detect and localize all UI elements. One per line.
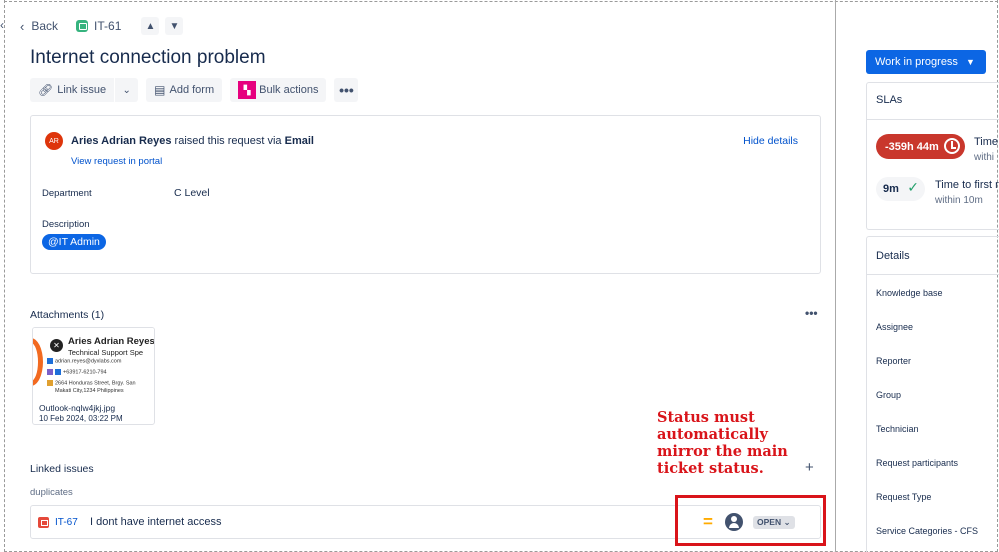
issue-title[interactable]: Internet connection problem — [30, 47, 266, 69]
sla-breached-badge: -359h 44m — [876, 134, 965, 159]
sla-breached-time: -359h 44m — [885, 140, 939, 153]
thumbnail-logo-icon: ✕ — [50, 339, 63, 352]
thumbnail-phone-line: +63917-6210-794 — [47, 369, 107, 375]
thumbnail-address-line: 2664 Honduras Street, Brgy. San — [47, 380, 136, 386]
next-issue-button[interactable]: ▼ — [165, 17, 184, 35]
thumbnail-role: Technical Support Spe — [68, 348, 144, 357]
issue-type-icon — [38, 517, 49, 528]
attachment-card[interactable]: ✕ Aries Adrian Reyes Technical Support S… — [32, 327, 155, 425]
annotation-highlight-box — [675, 495, 826, 546]
link-issue-label: Link issue — [57, 84, 107, 96]
resize-handle-icon[interactable]: ‹ — [0, 18, 10, 38]
department-label: Department — [42, 188, 92, 199]
chevron-up-icon: ▲ — [145, 20, 156, 32]
attachments-more-button[interactable]: ••• — [805, 306, 818, 320]
description-label: Description — [42, 219, 90, 230]
chevron-down-icon: ⌄ — [122, 84, 131, 96]
details-panel: Details Knowledge base Assignee Reporter… — [866, 236, 999, 552]
thumbnail-name: Aries Adrian Reyes — [68, 336, 155, 347]
thumbnail-logo-arc — [33, 338, 43, 386]
bulk-actions-label: Bulk actions — [259, 84, 319, 96]
divider — [867, 274, 999, 275]
link-icon: 🔗︎ — [38, 83, 54, 97]
service-request-icon — [76, 20, 89, 32]
attachments-heading: Attachments (1) — [30, 309, 105, 321]
viber-icon — [47, 369, 53, 375]
field-assignee: Assignee — [876, 322, 914, 332]
field-technician: Technician — [876, 424, 919, 434]
location-icon — [47, 380, 53, 386]
linked-issue-key[interactable]: IT-67 — [55, 517, 78, 528]
status-transition-button[interactable]: Work in progress ▼ — [866, 50, 986, 74]
issue-key-link[interactable]: IT-61 — [94, 19, 121, 33]
add-form-button[interactable]: ▤ Add form — [146, 78, 223, 102]
sla-heading: SLAs — [876, 94, 903, 106]
divider — [867, 119, 999, 120]
add-linked-issue-button[interactable]: + — [805, 459, 814, 476]
add-form-label: Add form — [169, 84, 215, 96]
field-reporter: Reporter — [876, 356, 912, 366]
bulk-actions-app-icon: ▚ — [238, 81, 257, 99]
sla-second-label: Time to first r — [935, 179, 999, 191]
details-heading[interactable]: Details — [876, 250, 910, 262]
sla-second-target: within 10m — [935, 195, 983, 206]
back-link[interactable]: Back — [31, 19, 58, 33]
outlook-icon — [47, 358, 53, 364]
attachment-date: 10 Feb 2024, 03:22 PM — [39, 414, 123, 423]
reporter-avatar[interactable]: AR — [45, 132, 63, 150]
telegram-icon — [55, 369, 61, 375]
field-request-type: Request Type — [876, 492, 932, 502]
field-service-categories: Service Categories - CFS — [876, 526, 979, 536]
sla-met-time: 9m — [883, 183, 899, 195]
clock-icon — [944, 138, 960, 154]
attachment-thumbnail: ✕ Aries Adrian Reyes Technical Support S… — [33, 328, 155, 400]
sla-first-label: Time — [974, 136, 999, 148]
department-value[interactable]: C Level — [174, 187, 210, 199]
bulk-actions-button[interactable]: ▚ Bulk actions — [230, 78, 327, 102]
thumbnail-address-1: 2664 Honduras Street, Brgy. San — [55, 380, 136, 387]
link-issue-split-button: 🔗︎ Link issue ⌄ — [30, 78, 139, 102]
sla-panel: SLAs -359h 44m Time withi 9m ✓ Time to f… — [866, 82, 999, 230]
raised-by-text: Aries Adrian Reyes raised this request v… — [71, 135, 314, 147]
thumbnail-email-line: adrian.reyes@dyxlabs.com — [47, 358, 121, 364]
annotation-text: Status must automatically mirror the mai… — [657, 409, 788, 477]
panel-divider[interactable] — [835, 0, 836, 552]
link-issue-dropdown-button[interactable]: ⌄ — [114, 78, 139, 102]
issue-toolbar: 🔗︎ Link issue ⌄ ▤ Add form ▚ Bulk action… — [30, 78, 359, 102]
thumbnail-address-2: Makati City,1234 Philippines — [55, 388, 124, 394]
view-in-portal-link[interactable]: View request in portal — [71, 156, 162, 167]
page-frame-top — [4, 1, 998, 2]
link-issue-button[interactable]: 🔗︎ Link issue — [30, 78, 115, 102]
description-mention[interactable]: @IT Admin — [42, 234, 106, 250]
checkmark-icon: ✓ — [907, 179, 919, 195]
form-icon: ▤ — [154, 83, 166, 97]
field-group: Group — [876, 390, 902, 400]
status-label: Work in progress — [875, 56, 958, 68]
raised-text: raised this request via — [174, 135, 282, 147]
chevron-down-icon: ▼ — [169, 20, 180, 32]
linked-issues-heading: Linked issues — [30, 463, 94, 475]
attachment-file-name: Outlook-nqlw4jkj.jpg — [39, 403, 116, 413]
reporter-name[interactable]: Aries Adrian Reyes — [71, 135, 171, 147]
chevron-down-icon: ▼ — [965, 57, 975, 67]
hide-details-button[interactable]: Hide details — [743, 135, 798, 147]
field-knowledge-base: Knowledge base — [876, 288, 943, 298]
link-relation-label: duplicates — [30, 487, 73, 498]
sla-first-target: withi — [974, 152, 995, 163]
thumbnail-email: adrian.reyes@dyxlabs.com — [55, 358, 122, 365]
request-channel: Email — [284, 135, 314, 147]
sla-met-badge: 9m ✓ — [876, 177, 925, 201]
linked-issue-summary[interactable]: I dont have internet access — [90, 516, 221, 528]
field-request-participants: Request participants — [876, 458, 959, 468]
previous-issue-button[interactable]: ▲ — [141, 17, 160, 35]
more-icon: ••• — [339, 82, 354, 98]
top-navigation: ‹ Back IT-61 ▲ ▼ — [20, 16, 189, 36]
thumbnail-phone: +63917-6210-794 — [63, 369, 107, 376]
request-details-card: AR Aries Adrian Reyes raised this reques… — [30, 115, 821, 274]
chevron-left-icon[interactable]: ‹ — [20, 19, 24, 34]
more-actions-button[interactable]: ••• — [334, 78, 359, 102]
